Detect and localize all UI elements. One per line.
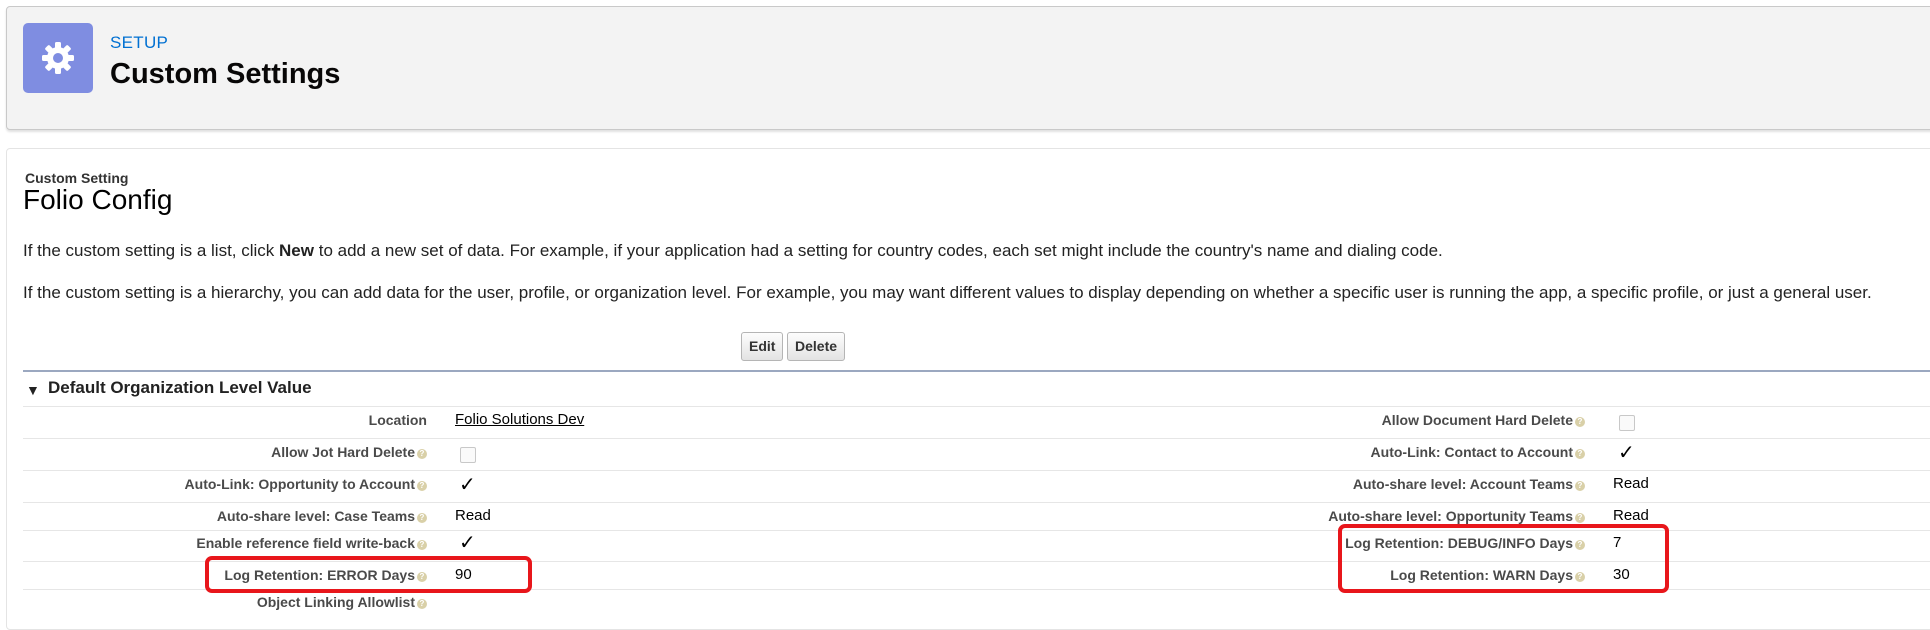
field-label-account-teams: Auto-share level: Account Teams? — [1165, 476, 1585, 492]
help-icon[interactable]: ? — [1575, 417, 1585, 427]
collapse-triangle-icon[interactable]: ▼ — [26, 382, 40, 398]
gear-icon — [42, 42, 74, 74]
field-label-location: Location — [368, 412, 427, 428]
field-label-object-linking-allowlist: Object Linking Allowlist? — [7, 594, 427, 610]
section-divider — [23, 370, 1930, 372]
checkmark-icon: ✓ — [459, 474, 476, 496]
checkbox-unchecked — [460, 447, 476, 463]
field-value-account-teams: Read — [1613, 475, 1649, 492]
field-label-auto-link-contact: Auto-Link: Contact to Account? — [1165, 444, 1585, 460]
custom-setting-name: Folio Config — [23, 184, 173, 215]
help-icon[interactable]: ? — [417, 540, 427, 550]
new-keyword: New — [279, 241, 314, 260]
delete-button[interactable]: Delete — [787, 332, 846, 361]
checkmark-icon: ✓ — [1618, 442, 1635, 464]
page-title: Custom Settings — [110, 58, 341, 90]
breadcrumb[interactable]: SETUP — [110, 33, 168, 53]
field-label-opportunity-teams: Auto-share level: Opportunity Teams? — [1165, 508, 1585, 524]
section-title: Default Organization Level Value — [48, 378, 312, 397]
field-value-location: Folio Solutions Dev — [455, 411, 584, 428]
row-separator — [23, 470, 1930, 471]
highlight-box-debug-warn-days — [1338, 524, 1669, 593]
setup-gear-tile — [23, 23, 93, 93]
field-value-opportunity-teams: Read — [1613, 507, 1649, 524]
checkmark-icon: ✓ — [459, 532, 476, 554]
highlight-box-error-days — [205, 556, 532, 593]
field-value-case-teams: Read — [455, 507, 491, 524]
help-icon[interactable]: ? — [1575, 449, 1585, 459]
field-label-auto-link-opportunity: Auto-Link: Opportunity to Account? — [7, 476, 427, 492]
checkbox-unchecked — [1619, 415, 1635, 431]
field-label-allow-jot-hard-delete: Allow Jot Hard Delete? — [7, 444, 427, 460]
description-hierarchy: If the custom setting is a hierarchy, yo… — [23, 283, 1872, 302]
help-icon[interactable]: ? — [417, 481, 427, 491]
field-label-allow-document-hard-delete: Allow Document Hard Delete? — [1165, 412, 1585, 428]
description-list: If the custom setting is a list, click N… — [23, 241, 1443, 261]
help-icon[interactable]: ? — [417, 599, 427, 609]
location-link[interactable]: Folio Solutions Dev — [455, 411, 584, 428]
row-separator — [23, 406, 1930, 407]
help-icon[interactable]: ? — [417, 449, 427, 459]
field-label-case-teams: Auto-share level: Case Teams? — [7, 508, 427, 524]
help-icon[interactable]: ? — [1575, 513, 1585, 523]
edit-button[interactable]: Edit — [741, 332, 784, 361]
help-icon[interactable]: ? — [1575, 481, 1585, 491]
description-text: If the custom setting is a list, click — [23, 241, 280, 260]
row-separator — [23, 502, 1930, 503]
row-separator — [23, 438, 1930, 439]
description-text: to add a new set of data. For example, i… — [314, 241, 1443, 260]
field-label-reference-write-back: Enable reference field write-back? — [7, 535, 427, 551]
help-icon[interactable]: ? — [417, 513, 427, 523]
